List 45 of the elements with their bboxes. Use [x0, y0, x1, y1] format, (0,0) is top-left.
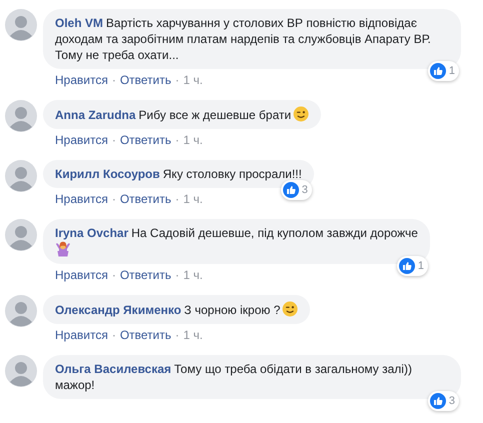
- like-link[interactable]: Нравится: [55, 73, 108, 88]
- separator: ·: [112, 73, 116, 88]
- avatar[interactable]: [5, 9, 37, 41]
- thumbs-up-icon: [430, 63, 446, 79]
- avatar[interactable]: [5, 219, 37, 251]
- reply-link[interactable]: Ответить: [120, 328, 172, 343]
- author-link[interactable]: Кирилл Косоуров: [55, 167, 160, 181]
- like-link[interactable]: Нравится: [55, 133, 108, 148]
- author-link[interactable]: Anna Zarudna: [55, 108, 136, 122]
- thumbs-up-icon: [430, 393, 446, 409]
- author-link[interactable]: Олександр Якименко: [55, 303, 182, 317]
- comment-text: Ольга Василевская Тому що треба обідати в загальному залі)) мажор!: [55, 362, 412, 392]
- comment-text: Iryna Ovchar На Садовій дешевше, під куполом завжди дорожче: [55, 226, 418, 240]
- separator: ·: [112, 328, 116, 343]
- reply-link[interactable]: Ответить: [120, 192, 172, 207]
- person-gesture-icon: [55, 241, 71, 257]
- avatar[interactable]: [5, 100, 37, 132]
- comment-text: Oleh VM Вартість харчування у столових ВР повністю відповідає доходам та заробітним платам нардепів та службовців Апарату ВР. Тому не треба охати...: [55, 16, 431, 62]
- winking-face-icon: [282, 301, 298, 317]
- separator: ·: [112, 192, 116, 207]
- like-link[interactable]: Нравится: [55, 268, 108, 283]
- separator: ·: [112, 268, 116, 283]
- thumbs-up-icon: [398, 258, 415, 274]
- separator: ·: [175, 73, 180, 88]
- thumbs-up-icon: [282, 182, 299, 198]
- reply-link[interactable]: Ответить: [120, 268, 172, 283]
- comment-text: Anna Zarudna Рибу все ж дешевше брати: [55, 108, 292, 122]
- like-link[interactable]: Нравится: [55, 328, 108, 343]
- separator: ·: [175, 268, 180, 283]
- separator: ·: [175, 133, 180, 148]
- like-link[interactable]: Нравится: [55, 192, 108, 207]
- reply-link[interactable]: Ответить: [120, 73, 172, 88]
- reply-link[interactable]: Ответить: [120, 133, 172, 148]
- separator: ·: [175, 192, 180, 207]
- author-link[interactable]: Ольга Василевская: [55, 362, 172, 376]
- author-link[interactable]: Oleh VM: [55, 16, 104, 30]
- author-link[interactable]: Iryna Ovchar: [55, 226, 128, 240]
- separator: ·: [112, 133, 116, 148]
- avatar[interactable]: [5, 295, 37, 327]
- comment-text: Кирилл Косоуров Яку столовку просрали!!!: [55, 167, 302, 181]
- separator: ·: [175, 328, 180, 343]
- avatar[interactable]: [5, 160, 37, 192]
- winking-face-icon: [293, 106, 310, 122]
- comment-text: Олександр Якименко З чорною ікрою ?: [55, 303, 280, 317]
- avatar[interactable]: [5, 355, 37, 387]
